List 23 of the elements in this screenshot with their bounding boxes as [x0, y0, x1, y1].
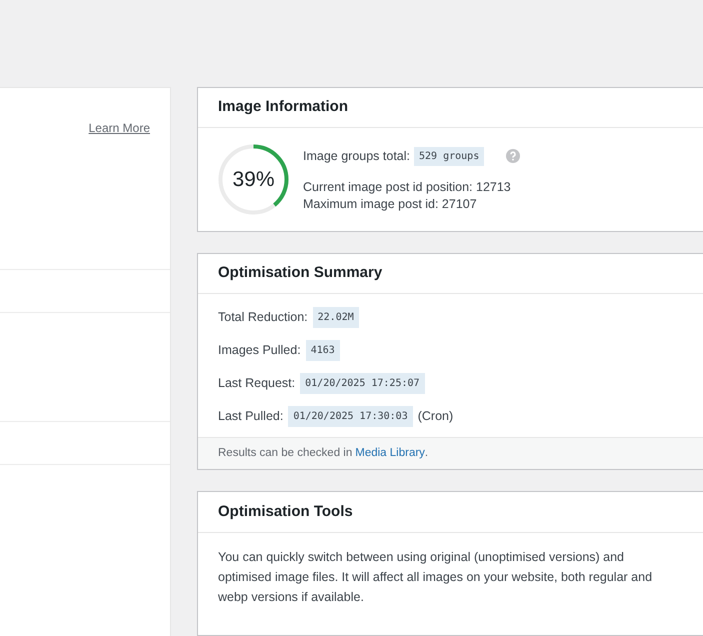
summary-label: Last Request:	[218, 375, 296, 392]
card-title: Image Information	[218, 97, 348, 118]
summary-value: 01/20/2025 17:25:07	[300, 373, 425, 394]
info-text: Current image post id position: 12713	[303, 178, 512, 196]
summary-label: Total Reduction:	[218, 309, 308, 326]
learn-more-link[interactable]: Learn More	[88, 121, 150, 135]
card-title: Optimisation Summary	[218, 263, 382, 284]
info-text: Maximum image post id: 27107	[303, 196, 478, 212]
card-title: Optimisation Tools	[218, 502, 353, 522]
info-label: Image groups total:	[303, 148, 410, 165]
description-text: You can quickly switch between using original (unoptimised versions) and optimised image files. It will affect all images on your website, both regular and webp versions if available.	[217, 549, 654, 606]
groups-value: 529 groups	[414, 146, 484, 166]
help-icon[interactable]	[506, 149, 520, 163]
footer-text: Results can be checked in	[218, 446, 352, 461]
summary-value: 22.02M	[312, 307, 359, 328]
footer-text: .	[424, 446, 428, 461]
summary-value: 4163	[306, 340, 340, 361]
summary-label: Images Pulled:	[218, 342, 301, 360]
summary-note: (Cron)	[418, 408, 454, 426]
summary-label: Last Pulled:	[218, 408, 284, 426]
summary-value: 01/20/2025 17:30:03	[288, 406, 413, 427]
media-library-link[interactable]: Media Library	[355, 444, 425, 462]
progress-percentage: 39%	[232, 166, 275, 193]
